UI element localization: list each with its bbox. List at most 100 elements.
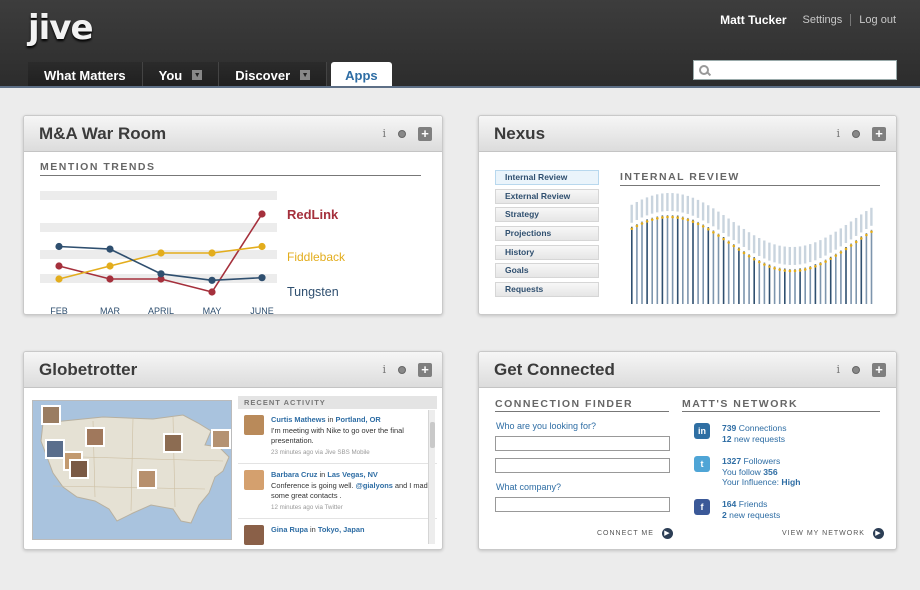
requests-count: 12 <box>722 433 732 444</box>
facebook-stats[interactable]: f 164 Friends 2 new requests <box>694 499 780 520</box>
data-point[interactable] <box>258 274 266 282</box>
twitter-icon[interactable]: t <box>694 456 710 472</box>
expand-icon[interactable]: + <box>418 126 432 141</box>
gear-icon[interactable] <box>852 129 860 138</box>
connect-me-button[interactable]: CONNECT ME ▶ <box>597 528 673 539</box>
gear-icon[interactable] <box>852 365 860 374</box>
tab-discover[interactable]: Discover ▼ <box>219 62 328 88</box>
nexus-dot <box>865 233 868 237</box>
data-point[interactable] <box>208 288 216 296</box>
activity-location-link[interactable]: Las Vegas, NV <box>327 470 378 479</box>
twitter-stats[interactable]: t 1327 Followers You follow 356 Your Inf… <box>694 456 801 488</box>
data-point[interactable] <box>106 245 114 253</box>
info-icon[interactable]: i <box>382 363 386 376</box>
activity-location-link[interactable]: Tokyo, Japan <box>318 525 365 534</box>
info-icon[interactable]: i <box>836 127 840 140</box>
nexus-dot <box>752 257 756 261</box>
legend-fiddleback: Fiddleback <box>287 250 346 264</box>
data-point[interactable] <box>55 262 63 270</box>
dropdown-arrow-icon[interactable]: ▼ <box>192 70 203 80</box>
arrow-right-icon: ▶ <box>661 528 673 539</box>
nexus-label-mark <box>681 194 684 213</box>
linkedin-icon[interactable]: in <box>694 423 710 439</box>
data-point[interactable] <box>55 242 63 251</box>
mention-link[interactable]: @gialyons <box>356 481 393 490</box>
gear-icon[interactable] <box>398 129 406 138</box>
name-field-2[interactable] <box>495 458 670 473</box>
scrollbar-thumb[interactable] <box>430 422 435 448</box>
nexus-item-internal-review[interactable]: Internal Review <box>495 170 599 185</box>
avatar[interactable] <box>244 415 264 435</box>
nexus-label-mark <box>865 211 868 230</box>
nexus-bar <box>763 262 766 304</box>
activity-source[interactable]: Twitter <box>325 504 343 511</box>
x-tick: MAR <box>100 306 121 314</box>
search-box[interactable] <box>693 60 897 80</box>
expand-icon[interactable]: + <box>872 126 886 141</box>
data-point[interactable] <box>55 275 63 283</box>
logout-link[interactable]: Log out <box>859 14 896 26</box>
nexus-bar <box>661 215 664 304</box>
company-field[interactable] <box>495 497 670 512</box>
widget-header: M&A War Room i + <box>24 116 442 152</box>
nexus-bar <box>697 221 699 304</box>
gear-icon[interactable] <box>398 365 406 374</box>
data-point[interactable] <box>258 242 266 251</box>
linkedin-stats[interactable]: in 739 Connections 12 new requests <box>694 423 787 444</box>
data-point[interactable] <box>208 249 216 257</box>
followers-label: Followers <box>743 456 781 466</box>
tab-apps[interactable]: Apps <box>331 62 392 88</box>
activity-user-link[interactable]: Gina Rupa <box>271 525 308 534</box>
activity-user-link[interactable]: Curtis Mathews <box>271 415 326 424</box>
nexus-item-history[interactable]: History <box>495 244 599 260</box>
data-point[interactable] <box>106 275 114 283</box>
nexus-item-projections[interactable]: Projections <box>495 226 599 242</box>
dropdown-arrow-icon[interactable]: ▼ <box>300 70 311 80</box>
world-map[interactable] <box>32 400 232 540</box>
nexus-bar <box>753 257 755 304</box>
facebook-icon[interactable]: f <box>694 499 710 515</box>
nexus-item-strategy[interactable]: Strategy <box>495 207 599 223</box>
nexus-item-goals[interactable]: Goals <box>495 263 599 279</box>
name-field[interactable] <box>495 436 670 451</box>
user-name[interactable]: Matt Tucker <box>720 13 786 27</box>
nexus-label-mark <box>656 194 659 213</box>
tab-what-matters[interactable]: What Matters <box>28 62 143 88</box>
tab-you[interactable]: You ▼ <box>142 62 220 88</box>
data-point[interactable] <box>258 210 266 218</box>
expand-icon[interactable]: + <box>418 362 432 377</box>
connect-me-label: CONNECT ME <box>597 530 654 537</box>
nexus-dot <box>681 217 685 220</box>
jive-logo[interactable]: jive <box>28 8 94 48</box>
nexus-label-mark <box>717 211 720 230</box>
settings-link[interactable]: Settings <box>803 14 843 26</box>
search-input[interactable] <box>713 61 896 79</box>
activity-source[interactable]: Jive SBS Mobile <box>325 449 370 456</box>
nexus-item-external-review[interactable]: External Review <box>495 188 599 204</box>
finder-title: CONNECTION FINDER <box>495 398 669 412</box>
view-network-button[interactable]: VIEW MY NETWORK ▶ <box>782 528 884 539</box>
data-point[interactable] <box>208 276 216 284</box>
main-tabs: What Matters You ▼ Discover ▼ Apps <box>28 62 392 88</box>
activity-location-link[interactable]: Portland, OR <box>336 415 381 424</box>
data-point[interactable] <box>157 270 165 278</box>
nexus-label-mark <box>676 193 679 212</box>
data-point[interactable] <box>106 262 114 270</box>
recent-activity-feed[interactable]: RECENT ACTIVITY Curtis Mathews in Portla… <box>238 396 437 546</box>
avatar[interactable] <box>244 470 264 490</box>
nexus-item-requests[interactable]: Requests <box>495 282 599 298</box>
data-point[interactable] <box>157 249 165 257</box>
expand-icon[interactable]: + <box>872 362 886 377</box>
activity-user-link[interactable]: Barbara Cruz <box>271 470 317 479</box>
activity-item[interactable]: Barbara Cruz in Las Vegas, NV Conference… <box>238 464 437 519</box>
activity-item[interactable]: Curtis Mathews in Portland, OR I'm meeti… <box>238 409 437 464</box>
info-icon[interactable]: i <box>382 127 386 140</box>
activity-scrollbar[interactable] <box>428 410 435 544</box>
info-icon[interactable]: i <box>836 363 840 376</box>
nexus-label-mark <box>666 193 669 212</box>
legend-redlink: RedLink <box>287 207 339 222</box>
nexus-dot <box>860 237 863 240</box>
activity-item[interactable]: Gina Rupa in Tokyo, Japan <box>238 519 437 546</box>
nexus-dot <box>645 220 649 223</box>
avatar[interactable] <box>244 525 264 545</box>
